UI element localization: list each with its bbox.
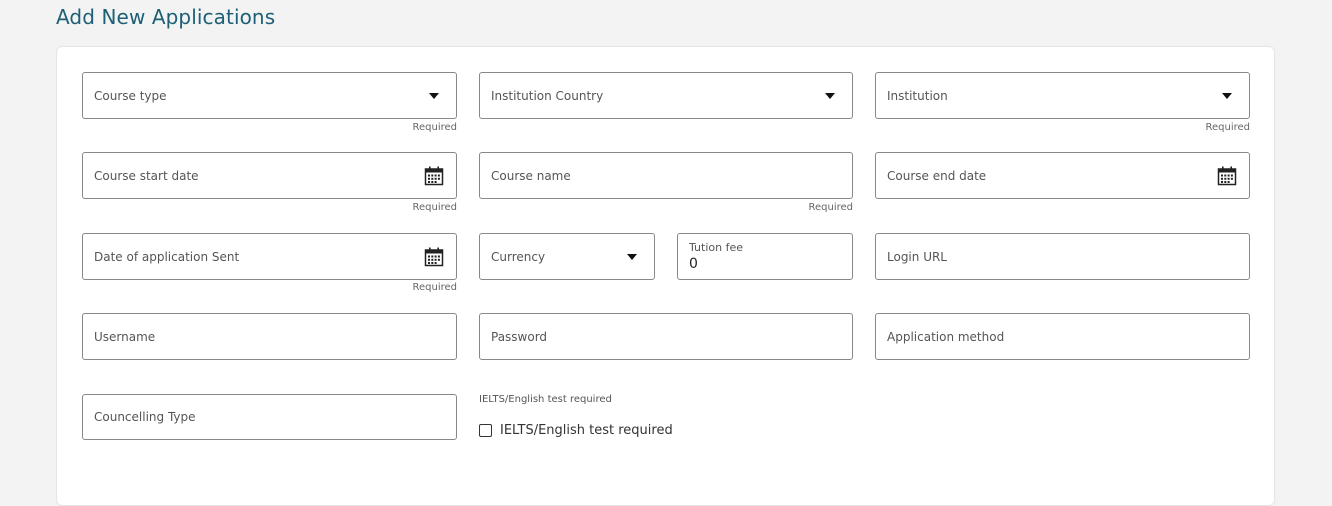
course-type-select[interactable]: Course type <box>82 72 457 119</box>
password-label: Password <box>491 329 548 344</box>
course-name-label: Course name <box>491 168 571 183</box>
councelling-type-input[interactable]: Councelling Type <box>82 394 457 440</box>
ielts-checkbox-row[interactable]: IELTS/English test required <box>479 423 673 438</box>
currency-select[interactable]: Currency <box>479 233 655 280</box>
application-method-label: Application method <box>887 329 1005 344</box>
calendar-icon[interactable] <box>424 166 444 186</box>
tution-fee-value: 0 <box>689 256 698 272</box>
date-application-sent-field[interactable]: Date of application Sent <box>82 233 457 280</box>
course-type-label: Course type <box>94 88 167 103</box>
ielts-checkbox-label[interactable]: IELTS/English test required <box>500 423 673 438</box>
institution-required-hint: Required <box>1205 122 1250 133</box>
calendar-icon[interactable] <box>1217 166 1237 186</box>
username-input[interactable]: Username <box>82 313 457 360</box>
councelling-type-label: Councelling Type <box>94 410 196 424</box>
currency-label: Currency <box>491 249 546 264</box>
institution-country-label: Institution Country <box>491 88 604 103</box>
login-url-label: Login URL <box>887 249 947 264</box>
course-start-date-label: Course start date <box>94 168 199 183</box>
institution-country-select[interactable]: Institution Country <box>479 72 853 119</box>
tution-fee-label: Tution fee <box>689 241 743 254</box>
course-type-required-hint: Required <box>412 122 457 133</box>
course-name-required-hint: Required <box>808 202 853 213</box>
password-input[interactable]: Password <box>479 313 853 360</box>
institution-select[interactable]: Institution <box>875 72 1250 119</box>
calendar-icon[interactable] <box>424 247 444 267</box>
chevron-down-icon <box>429 92 439 99</box>
ielts-checkbox[interactable] <box>479 424 492 437</box>
course-start-date-required-hint: Required <box>412 202 457 213</box>
institution-label: Institution <box>887 88 948 103</box>
chevron-down-icon <box>1222 92 1232 99</box>
date-application-sent-label: Date of application Sent <box>94 249 240 264</box>
application-method-input[interactable]: Application method <box>875 313 1250 360</box>
date-application-sent-required-hint: Required <box>412 282 457 293</box>
ielts-caption: IELTS/English test required <box>479 394 612 405</box>
chevron-down-icon <box>627 253 637 260</box>
chevron-down-icon <box>825 92 835 99</box>
tution-fee-input[interactable]: Tution fee 0 <box>677 233 853 280</box>
course-name-input[interactable]: Course name <box>479 152 853 199</box>
course-start-date-field[interactable]: Course start date <box>82 152 457 199</box>
login-url-input[interactable]: Login URL <box>875 233 1250 280</box>
course-end-date-label: Course end date <box>887 168 987 183</box>
username-label: Username <box>94 329 156 344</box>
course-end-date-field[interactable]: Course end date <box>875 152 1250 199</box>
page-title: Add New Applications <box>56 5 276 29</box>
